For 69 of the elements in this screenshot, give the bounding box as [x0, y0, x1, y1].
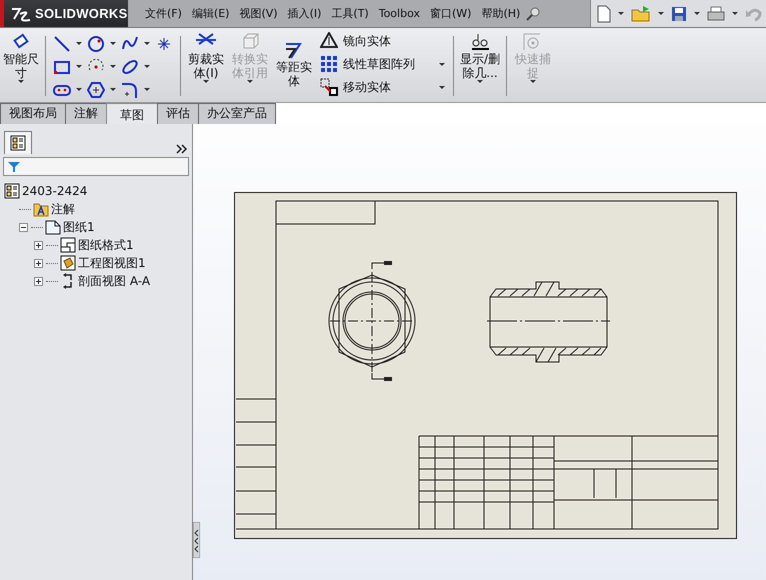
circle-icon[interactable] [87, 34, 105, 52]
dropdown-arrow[interactable] [439, 86, 445, 88]
dropdown-arrow[interactable] [144, 65, 150, 68]
ribbon-button[interactable]: 剪裁实体(I) [184, 32, 228, 102]
move-icon[interactable] [320, 78, 338, 96]
feature-tree-icon [10, 135, 26, 151]
warning-triangle-icon[interactable] [320, 32, 338, 50]
tree-item[interactable]: 剖面视图 A-A [78, 272, 150, 290]
drawing-icon [4, 183, 20, 199]
tree-item[interactable]: 图纸1 [63, 218, 95, 236]
menu-item[interactable]: 插入(I) [282, 6, 326, 21]
polygon-icon[interactable] [87, 80, 105, 98]
dot-grid-icon[interactable] [320, 55, 338, 73]
dropdown-arrow[interactable] [110, 88, 116, 91]
ribbon-tab[interactable]: 办公室产品 [198, 103, 276, 124]
filter-icon [8, 160, 20, 172]
ribbon-tab[interactable]: 注解 [65, 103, 107, 124]
dropdown-arrow[interactable] [144, 88, 150, 91]
ribbon-button[interactable]: 显示/删除几... [457, 32, 503, 102]
menu-item[interactable]: 文件(F) [140, 6, 187, 21]
app-logo: SOLIDWORKS [35, 6, 128, 21]
sheet-icon [45, 219, 61, 235]
printer-icon[interactable] [707, 6, 725, 22]
dropdown-arrow[interactable] [110, 42, 116, 45]
line-icon[interactable] [53, 34, 71, 52]
drawing-view-icon [60, 255, 76, 271]
tree-item[interactable]: 2403-2424 [22, 184, 88, 198]
dropdown-arrow[interactable] [76, 65, 82, 68]
ribbon-button[interactable]: 等距实体 [272, 32, 316, 102]
dropdown-arrow[interactable] [618, 12, 624, 15]
expander-icon[interactable] [34, 276, 43, 286]
ribbon-button[interactable]: 线性草图阵列 [343, 56, 429, 72]
new-file-icon[interactable] [597, 4, 611, 22]
menu-item[interactable]: 窗口(W) [424, 6, 476, 21]
tree-item[interactable]: 注解 [51, 200, 75, 218]
menu-item[interactable]: 帮助(H) [476, 6, 526, 21]
menu-item[interactable]: 视图(V) [234, 6, 283, 21]
menu-item[interactable]: 工具(T) [326, 6, 374, 21]
ribbon-button[interactable]: 镜向实体 [343, 32, 432, 50]
tree-item[interactable]: 图纸格式1 [78, 236, 134, 254]
dropdown-arrow[interactable] [76, 42, 82, 45]
ribbon-tab[interactable]: 视图布局 [0, 103, 66, 124]
open-folder-icon[interactable] [631, 4, 651, 22]
dropdown-arrow[interactable] [694, 12, 700, 15]
dropdown-arrow[interactable] [144, 42, 150, 45]
expander-icon[interactable] [34, 258, 43, 268]
dropdown-arrow[interactable] [110, 65, 116, 68]
menu-item[interactable]: Toolbox [374, 7, 425, 20]
ribbon-tab[interactable]: 评估 [157, 103, 199, 124]
tree-item[interactable]: 工程图视图1 [78, 254, 146, 272]
filter-field[interactable] [3, 157, 189, 176]
expand-chevron-icon[interactable] [176, 144, 188, 154]
fillet-icon[interactable] [121, 80, 139, 98]
logo-icon [10, 6, 32, 22]
save-icon[interactable] [671, 6, 687, 22]
sheet-format-icon [60, 237, 76, 253]
ribbon-button[interactable]: 移动实体 [343, 78, 429, 96]
dropdown-arrow[interactable] [439, 62, 445, 66]
annotation-folder-icon [33, 201, 49, 217]
expander-icon[interactable] [19, 222, 28, 232]
panel-splitter-handle[interactable] [193, 522, 200, 558]
expander-icon[interactable] [34, 240, 43, 250]
dropdown-arrow[interactable] [76, 88, 82, 91]
menu-item[interactable]: 编辑(E) [186, 6, 234, 21]
ribbon-button[interactable]: 智能尺寸 [0, 32, 42, 102]
ellipse-icon[interactable] [121, 58, 139, 76]
feature-tree-tab[interactable] [4, 131, 32, 154]
dropdown-arrow[interactable] [732, 12, 738, 15]
dropdown-arrow[interactable] [658, 12, 664, 15]
